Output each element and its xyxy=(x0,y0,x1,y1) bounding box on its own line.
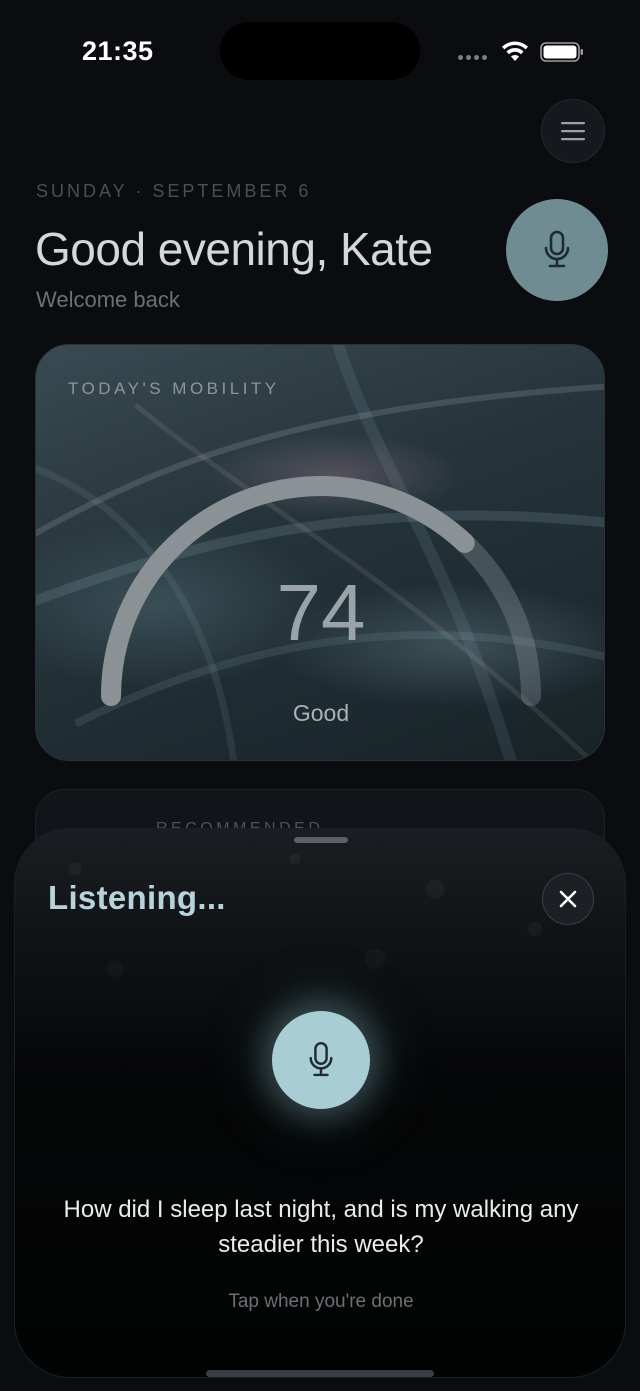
close-icon xyxy=(559,890,577,908)
close-button[interactable] xyxy=(542,873,594,925)
welcome-subtitle: Welcome back xyxy=(36,287,180,312)
sheet-grabber[interactable] xyxy=(294,837,348,843)
dynamic-island xyxy=(220,22,420,80)
date-label: SUNDAY · SEPTEMBER 6 xyxy=(36,181,312,201)
sheet-texture xyxy=(15,829,625,1009)
wifi-icon xyxy=(502,41,528,61)
home-indicator[interactable] xyxy=(206,1370,434,1377)
mobility-card[interactable]: TODAY'S MOBILITY 74 Good xyxy=(35,344,605,761)
status-time: 21:35 xyxy=(82,36,154,66)
mobility-score: 74 xyxy=(276,568,366,657)
listening-title: Listening... xyxy=(48,879,226,916)
microphone-icon xyxy=(544,230,570,268)
status-bar: 21:35 xyxy=(0,0,640,100)
battery-icon xyxy=(540,42,583,62)
listening-mic-button[interactable] xyxy=(272,1011,370,1109)
voice-assistant-button[interactable] xyxy=(506,199,608,301)
microphone-icon xyxy=(309,1041,333,1077)
transcript-text: How did I sleep last night, and is my wa… xyxy=(63,1196,579,1258)
menu-icon xyxy=(561,122,585,141)
menu-button[interactable] xyxy=(541,99,605,163)
mobility-gauge xyxy=(101,476,541,706)
cellular-signal-icon xyxy=(458,55,487,60)
listening-sheet: Listening... How did I sleep last night,… xyxy=(14,828,626,1378)
done-hint[interactable]: Tap when you're done xyxy=(15,1291,625,1313)
mobility-rating: Good xyxy=(292,700,350,726)
greeting-title: Good evening, Kate xyxy=(35,223,433,275)
